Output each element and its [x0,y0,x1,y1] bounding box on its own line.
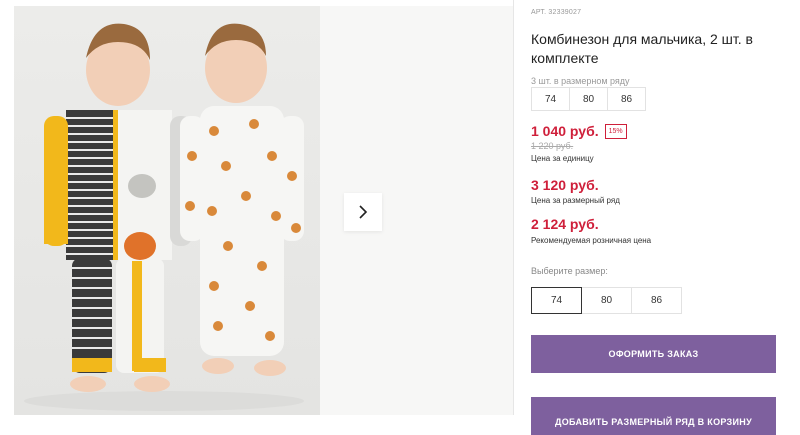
size-option[interactable]: 80 [581,287,632,314]
divider [513,0,514,415]
size-range-item: 86 [607,87,646,111]
product-title: Комбинезон для мальчика, 2 шт. в комплек… [531,31,753,66]
range-price: 3 120 руб. [531,177,599,193]
retail-price-caption: Рекомендуемая розничная цена [531,236,652,245]
range-price-caption: Цена за размерный ряд [531,196,620,205]
choose-size-label: Выберите размер: [531,266,608,276]
size-range-list: 74 80 86 [531,87,646,111]
size-range-item: 80 [569,87,608,111]
old-price: 1 220 руб. [531,141,574,151]
size-option[interactable]: 86 [631,287,682,314]
size-option-selected[interactable]: 74 [531,287,582,314]
product-photo[interactable] [14,6,320,415]
next-image-button[interactable] [344,193,382,231]
product-gallery [14,6,514,415]
unit-price-caption: Цена за единицу [531,154,594,163]
add-range-to-cart-button[interactable]: ДОБАВИТЬ РАЗМЕРНЫЙ РЯД В КОРЗИНУ [531,397,776,435]
retail-price: 2 124 руб. [531,216,599,232]
size-selector: 74 80 86 [531,287,682,314]
size-range-item: 74 [531,87,570,111]
chevron-right-icon [359,205,368,219]
discount-badge: 15% [604,123,627,139]
size-range-label: 3 шт. в размерном ряду [531,76,630,86]
unit-price: 1 040 руб. [531,123,599,139]
price-line: 1 040 руб. 15% [531,123,627,139]
product-photo-image [24,23,304,411]
order-button[interactable]: ОФОРМИТЬ ЗАКАЗ [531,335,776,373]
article-number: АРТ. 32339027 [531,9,582,16]
